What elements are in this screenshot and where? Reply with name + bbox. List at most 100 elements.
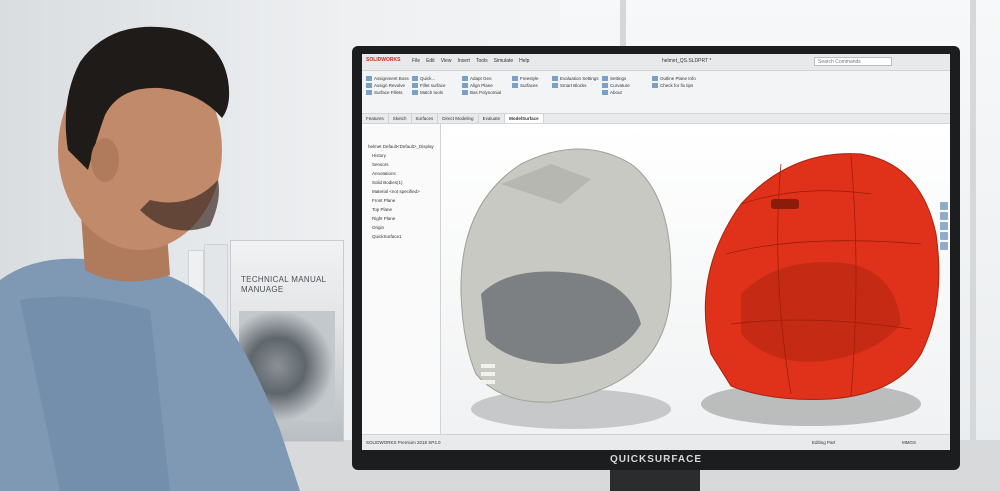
tree-item[interactable]: Top Plane <box>372 207 392 212</box>
menu-insert[interactable]: Insert <box>457 58 470 64</box>
resources-icon[interactable] <box>940 202 948 210</box>
document-title: helmet_QS.SLDPRT * <box>662 58 712 64</box>
command-icon <box>652 83 658 89</box>
menu-help[interactable]: Help <box>519 58 529 64</box>
tab-sketch[interactable]: Sketch <box>389 114 412 123</box>
ribbon-command[interactable]: Outline Plane Info <box>652 75 696 82</box>
tree-item[interactable]: QuickSurface1 <box>372 234 402 239</box>
tab-modelsurface[interactable]: ModelSurface <box>505 114 544 123</box>
ribbon-command[interactable]: Bas Polynomial <box>462 89 501 96</box>
ribbon-command[interactable]: Curvature <box>602 82 630 89</box>
ribbon-command[interactable]: Freestyle <box>512 75 539 82</box>
command-icon <box>412 83 418 89</box>
helmet-models <box>460 148 940 429</box>
tree-item[interactable]: Material <not specified> <box>372 189 420 194</box>
view-palette-icon[interactable] <box>940 232 948 240</box>
tree-item[interactable]: Solid Bodies(1) <box>372 180 403 185</box>
task-pane-icons <box>940 202 948 252</box>
ribbon-label: Outline Plane Info <box>660 76 696 81</box>
command-icon <box>412 90 418 96</box>
person-at-desk <box>0 26 300 491</box>
file-explorer-icon[interactable] <box>940 222 948 230</box>
ribbon-command[interactable]: Match tools <box>412 89 446 96</box>
ribbon-command[interactable]: Evaluation Settings <box>552 75 599 82</box>
menu-simulate[interactable]: Simulate <box>494 58 513 64</box>
grey-helmet-vent <box>481 364 495 368</box>
tree-item[interactable]: Annotations <box>372 171 396 176</box>
ribbon-command[interactable]: Surface Fillets <box>366 89 409 96</box>
ribbon-command[interactable]: Adapt Geo <box>462 75 501 82</box>
ribbon-label: Freestyle <box>520 76 539 81</box>
ribbon-label: Check for fix tips <box>660 83 694 88</box>
ribbon-command[interactable]: Quick... <box>412 75 446 82</box>
command-icon <box>602 76 608 82</box>
tree-item[interactable]: Front Plane <box>372 198 395 203</box>
command-tabs: Features Sketch Surfaces Direct Modeling… <box>362 114 950 124</box>
command-icon <box>412 76 418 82</box>
ribbon-group: Freestyle Surfaces <box>512 75 539 89</box>
ear <box>91 138 119 182</box>
status-editing: Editing Part <box>812 440 836 445</box>
status-bar: SOLIDWORKS Premium 2018 SP4.0 Editing Pa… <box>362 434 950 450</box>
ribbon-group: Evaluation Settings Smart Blocks <box>552 75 599 89</box>
tab-surfaces[interactable]: Surfaces <box>412 114 439 123</box>
ribbon-label: Assignment Boss <box>374 76 409 81</box>
ribbon-label: Bas Polynomial <box>470 90 502 95</box>
menu-file[interactable]: File <box>412 58 420 64</box>
tree-item[interactable]: Origin <box>372 225 384 230</box>
menu-bar: File Edit View Insert Tools Simulate Hel… <box>412 58 529 64</box>
command-icon <box>652 76 658 82</box>
ribbon-command[interactable]: Assign Revolve <box>366 82 409 89</box>
app-logo: SOLIDWORKS <box>366 57 401 63</box>
ribbon-group: Outline Plane Info Check for fix tips <box>652 75 696 89</box>
ribbon-command[interactable]: Settings <box>602 75 630 82</box>
ribbon-label: About <box>610 90 622 95</box>
ribbon-group: Settings Curvature About <box>602 75 630 96</box>
ribbon-command[interactable]: Check for fix tips <box>652 82 696 89</box>
ribbon-group: Quick... Fillet surface Match tools <box>412 75 446 96</box>
monitor-stand <box>610 470 700 491</box>
tree-item[interactable]: helmet Default<Default>_Display <box>368 144 434 149</box>
command-icon <box>462 90 468 96</box>
ribbon-command[interactable]: Smart Blocks <box>552 82 599 89</box>
ribbon-command[interactable]: Surfaces <box>512 82 539 89</box>
tab-features[interactable]: Features <box>362 114 389 123</box>
status-units[interactable]: MMGS <box>902 440 916 445</box>
ribbon-label: Evaluation Settings <box>560 76 599 81</box>
ribbon-command[interactable]: Assignment Boss <box>366 75 409 82</box>
ribbon-label: Match tools <box>420 90 444 95</box>
ribbon-group: Assignment Boss Assign Revolve Surface F… <box>366 75 409 96</box>
photo-scene: TECHNICAL MANUAL MANUAGE SOLIDWORKS File… <box>0 0 1000 491</box>
ribbon-label: Curvature <box>610 83 630 88</box>
command-icon <box>366 76 372 82</box>
app-titlebar: SOLIDWORKS File Edit View Insert Tools S… <box>362 54 950 71</box>
3d-viewport[interactable] <box>441 124 950 434</box>
tree-item[interactable]: Right Plane <box>372 216 395 221</box>
command-icon <box>512 83 518 89</box>
menu-edit[interactable]: Edit <box>426 58 435 64</box>
ribbon-command[interactable]: About <box>602 89 630 96</box>
window-mullion <box>970 0 976 491</box>
menu-view[interactable]: View <box>441 58 452 64</box>
appearances-icon[interactable] <box>940 242 948 250</box>
menu-tools[interactable]: Tools <box>476 58 488 64</box>
monitor-brand-label: QUICKSURFACE <box>609 454 702 465</box>
ribbon-label: Surface Fillets <box>374 90 403 95</box>
tab-evaluate[interactable]: Evaluate <box>479 114 506 123</box>
command-icon <box>462 76 468 82</box>
search-commands-input[interactable]: Search Commands <box>814 57 892 66</box>
ribbon-label: Align Plane <box>470 83 493 88</box>
tree-item[interactable]: History <box>372 153 386 158</box>
ribbon-command[interactable]: Align Plane <box>462 82 501 89</box>
design-library-icon[interactable] <box>940 212 948 220</box>
command-icon <box>552 83 558 89</box>
ribbon-label: Assign Revolve <box>374 83 406 88</box>
tree-item[interactable]: Sensors <box>372 162 389 167</box>
ribbon-label: Adapt Geo <box>470 76 492 81</box>
command-icon <box>462 83 468 89</box>
tab-direct-modeling[interactable]: Direct Modeling <box>438 114 479 123</box>
feature-tree: helmet Default<Default>_Display History … <box>362 124 441 434</box>
grey-helmet-vent <box>481 380 495 384</box>
grey-helmet-vent <box>481 372 495 376</box>
ribbon-command[interactable]: Fillet surface <box>412 82 446 89</box>
